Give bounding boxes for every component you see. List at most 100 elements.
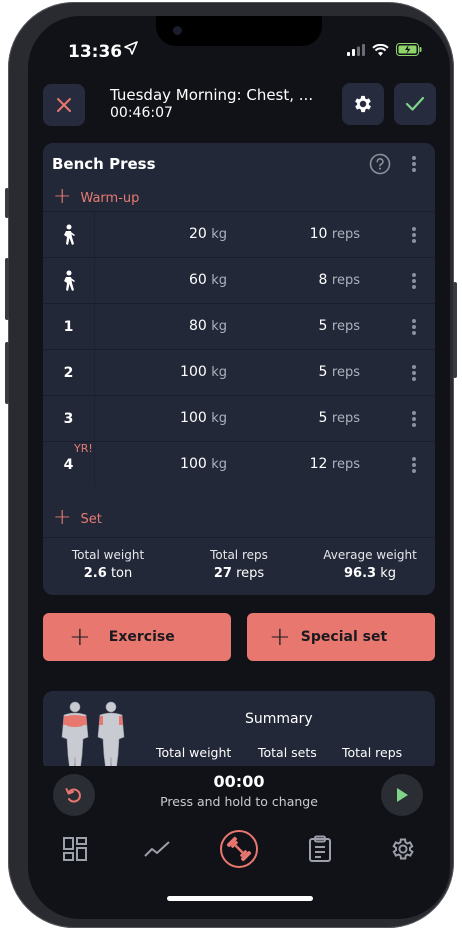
set-reps[interactable]: 5 reps — [319, 318, 360, 334]
set-reps[interactable]: 10 reps — [310, 226, 360, 242]
summary-total-sets-label: Total sets — [258, 745, 317, 760]
bottom-navigation — [28, 821, 450, 881]
summary-total-weight-label: Total weight — [156, 745, 232, 760]
set-reps-value: 8 — [318, 272, 328, 288]
total-reps-value-wrap: 27 reps — [179, 566, 299, 581]
warmup-figure-icon — [63, 224, 75, 245]
workout-settings-button[interactable] — [342, 83, 384, 125]
nav-history[interactable] — [300, 829, 340, 869]
set-row[interactable]: 20 kg 10 reps — [43, 211, 435, 257]
set-row[interactable]: 60 kg 8 reps — [43, 257, 435, 303]
set-reps-unit: reps — [331, 227, 360, 242]
set-reps-value: 12 — [309, 456, 328, 472]
rest-timer-bar: 00:00 Press and hold to change — [28, 766, 450, 819]
finish-workout-button[interactable] — [394, 83, 436, 125]
add-set-button[interactable]: + Set — [53, 505, 102, 530]
set-weight-value: 80 — [188, 318, 207, 334]
workout-elapsed-time: 00:46:07 — [110, 105, 173, 121]
set-weight-unit: kg — [211, 227, 227, 242]
nav-workout[interactable] — [219, 829, 259, 869]
total-reps-stat: Total reps 27 reps — [179, 548, 299, 581]
set-weight[interactable]: 20 kg — [189, 226, 227, 242]
set-menu-icon[interactable] — [409, 409, 419, 429]
battery-charging-icon — [396, 43, 422, 56]
set-menu-icon[interactable] — [409, 363, 419, 383]
set-row[interactable]: 3 100 kg 5 reps — [43, 395, 435, 441]
set-row[interactable]: 4 YR! 100 kg 12 reps — [43, 441, 435, 487]
volume-down-button — [5, 342, 9, 404]
chart-line-icon — [144, 841, 170, 857]
status-time: 13:36 — [68, 42, 123, 62]
workout-header: Tuesday Morning: Chest, ... 00:46:07 — [28, 82, 450, 126]
home-indicator — [167, 896, 313, 901]
set-number[interactable]: 1 — [43, 304, 95, 349]
dumbbell-icon — [220, 830, 258, 868]
set-weight-value: 100 — [180, 456, 207, 472]
plus-icon: + — [53, 184, 72, 209]
set-number[interactable]: 2 — [43, 350, 95, 395]
set-number[interactable] — [43, 212, 95, 257]
add-set-label: Set — [80, 511, 102, 527]
clipboard-icon — [309, 835, 331, 862]
exercise-menu-icon[interactable] — [409, 154, 419, 174]
set-reps-unit: reps — [331, 457, 360, 472]
total-weight-unit: ton — [110, 566, 133, 581]
set-row[interactable]: 1 80 kg 5 reps — [43, 303, 435, 349]
power-button — [453, 282, 457, 378]
set-menu-icon[interactable] — [409, 455, 419, 475]
set-reps[interactable]: 5 reps — [319, 364, 360, 380]
set-row[interactable]: 2 100 kg 5 reps — [43, 349, 435, 395]
check-icon — [405, 96, 425, 111]
add-warmup-button[interactable]: + Warm-up — [53, 184, 139, 209]
set-number[interactable]: 3 — [43, 396, 95, 441]
add-exercise-button[interactable]: + Exercise — [43, 613, 231, 661]
close-icon — [57, 98, 71, 112]
average-weight-value-wrap: 96.3 kg — [309, 566, 431, 581]
average-weight-stat: Average weight 96.3 kg — [309, 548, 431, 581]
nav-settings[interactable] — [383, 829, 423, 869]
set-menu-icon[interactable] — [409, 271, 419, 291]
average-weight-value: 96.3 — [344, 566, 377, 581]
add-exercise-label: Exercise — [108, 629, 175, 645]
camera-notch — [156, 16, 322, 46]
set-weight[interactable]: 60 kg — [189, 272, 227, 288]
front-camera — [173, 26, 182, 35]
total-reps-value: 27 — [213, 566, 232, 581]
exercise-name[interactable]: Bench Press — [52, 155, 156, 173]
gear-icon — [392, 838, 414, 860]
play-icon — [397, 788, 408, 802]
set-weight[interactable]: 80 kg — [189, 318, 227, 334]
wifi-icon — [372, 43, 389, 56]
nav-dashboard[interactable] — [55, 829, 95, 869]
set-reps-unit: reps — [331, 273, 360, 288]
set-reps-value: 5 — [318, 364, 328, 380]
add-special-set-label: Special set — [300, 629, 388, 645]
set-reps[interactable]: 12 reps — [310, 456, 360, 472]
set-reps[interactable]: 5 reps — [319, 410, 360, 426]
set-number-label: 4 — [63, 456, 74, 473]
set-number-label: 3 — [63, 410, 74, 427]
plus-icon: + — [69, 622, 91, 652]
add-special-set-button[interactable]: + Special set — [247, 613, 435, 661]
nav-progress[interactable] — [137, 829, 177, 869]
set-weight-value: 100 — [180, 410, 207, 426]
muscle-map-icon — [61, 701, 125, 771]
set-number[interactable] — [43, 258, 95, 303]
set-menu-icon[interactable] — [409, 225, 419, 245]
plus-icon: + — [53, 505, 72, 530]
set-weight-value: 60 — [188, 272, 207, 288]
total-weight-label: Total weight — [71, 548, 145, 562]
discard-workout-button[interactable] — [43, 84, 85, 126]
average-weight-unit: kg — [380, 566, 396, 581]
set-number-label: 2 — [63, 364, 74, 381]
set-weight[interactable]: 100 kg — [180, 364, 227, 380]
record-tag: YR! — [74, 442, 93, 455]
set-weight[interactable]: 100 kg — [180, 410, 227, 426]
set-menu-icon[interactable] — [409, 317, 419, 337]
workout-title[interactable]: Tuesday Morning: Chest, ... — [110, 86, 313, 104]
set-weight[interactable]: 100 kg — [180, 456, 227, 472]
set-reps[interactable]: 8 reps — [319, 272, 360, 288]
start-timer-button[interactable] — [381, 774, 423, 816]
help-icon[interactable] — [369, 153, 391, 175]
phone-frame: 13:36 Tuesday Morning: Chest, ... 00:46:… — [5, 2, 457, 928]
